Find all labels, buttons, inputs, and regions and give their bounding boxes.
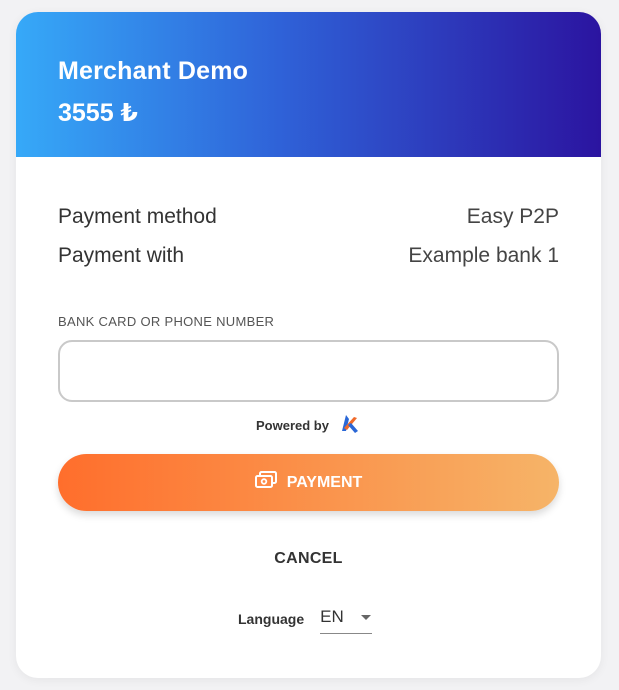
payment-button[interactable]: PAYMENT	[58, 454, 559, 511]
brand-logo-icon	[337, 412, 361, 439]
language-selector: Language EN	[238, 604, 373, 634]
detail-label: Payment method	[58, 205, 217, 228]
detail-row-payment-with: Payment with Example bank 1	[58, 244, 559, 268]
detail-value: Easy P2P	[466, 205, 559, 228]
chevron-down-icon	[360, 607, 372, 627]
detail-value: Example bank 1	[408, 244, 559, 267]
powered-by: Powered by	[16, 412, 601, 439]
detail-label: Payment with	[58, 244, 185, 267]
powered-by-label: Powered by	[256, 418, 329, 433]
payment-button-label: PAYMENT	[286, 473, 363, 491]
payment-amount: 3555 ₺	[58, 99, 138, 127]
merchant-name: Merchant Demo	[58, 57, 249, 85]
cancel-button[interactable]: CANCEL	[16, 550, 601, 568]
language-dropdown[interactable]: EN	[320, 604, 373, 634]
money-icon	[254, 471, 277, 494]
card-phone-input[interactable]	[58, 340, 559, 402]
language-label: Language	[238, 611, 305, 627]
card-phone-field-label: BANK CARD OR PHONE NUMBER	[58, 314, 275, 329]
payment-card: Merchant Demo 3555 ₺ Payment method Easy…	[16, 12, 601, 678]
language-selected: EN	[320, 606, 344, 626]
payment-header: Merchant Demo 3555 ₺	[16, 12, 601, 157]
detail-row-payment-method: Payment method Easy P2P	[58, 205, 559, 229]
